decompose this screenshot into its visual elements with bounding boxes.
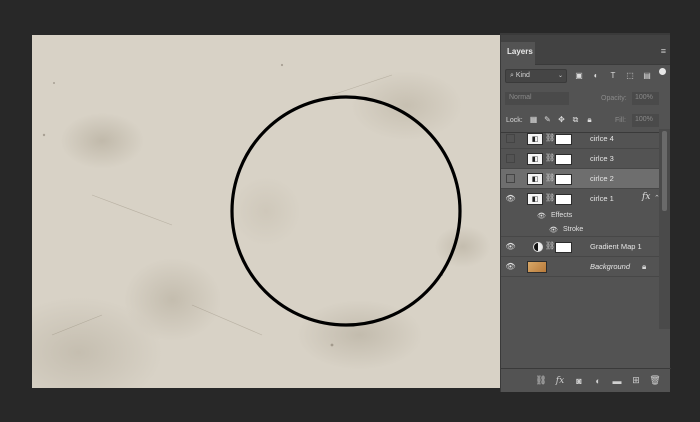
visibility-toggle[interactable] — [506, 154, 515, 163]
scrollbar-thumb[interactable] — [662, 131, 667, 211]
effects-row[interactable]: 👁︎ Effects — [501, 209, 659, 223]
stroke-effect-label: Stroke — [563, 226, 584, 233]
fx-icon[interactable]: fx — [642, 192, 650, 202]
layer-row[interactable]: 👁︎ ⛓ Gradient Map 1 — [501, 237, 659, 257]
layer-row[interactable]: 👁︎ Background 🔒︎ — [501, 257, 659, 277]
speck — [53, 82, 55, 84]
layer-name[interactable]: Gradient Map 1 — [590, 242, 642, 251]
layer-name[interactable]: cirlce 2 — [590, 174, 614, 183]
add-mask-icon[interactable]: ◙ — [573, 376, 585, 386]
document-canvas[interactable] — [32, 35, 500, 388]
fill-field[interactable]: 100% — [632, 114, 659, 127]
blend-mode-dropdown[interactable]: Normal — [505, 92, 569, 105]
layers-list: ◧ ⛓ cirlce 4 ◧ ⛓ cirlce 3 ◧ ⛓ cirlce 2 👁… — [501, 129, 660, 277]
eye-icon[interactable]: 👁︎ — [505, 194, 515, 203]
link-chain-icon[interactable]: ⛓ — [545, 133, 555, 142]
smart-object-filter-icon[interactable]: ▤ — [641, 69, 653, 81]
trash-icon[interactable]: 🗑︎ — [649, 375, 661, 386]
kind-label: Kind — [515, 72, 530, 79]
new-layer-icon[interactable]: ⊞ — [630, 375, 642, 386]
speck — [42, 133, 46, 137]
shape-filter-icon[interactable]: ⬚ — [624, 69, 636, 81]
layer-thumbnail: ◧ — [527, 173, 543, 185]
scratch-mark — [331, 74, 393, 96]
layer-name[interactable]: cirlce 1 — [590, 194, 614, 203]
link-chain-icon[interactable]: ⛓ — [545, 153, 555, 162]
eye-icon[interactable]: 👁︎ — [505, 262, 515, 271]
mask-thumbnail[interactable] — [555, 242, 572, 253]
filter-type-icons: ▣ ◐ T ⬚ ▤ — [573, 69, 653, 81]
layer-thumbnail: ◧ — [527, 193, 543, 205]
new-adjustment-icon[interactable]: ◐ — [592, 376, 604, 386]
adjustment-layer-icon — [533, 242, 543, 252]
layer-row-selected[interactable]: ◧ ⛓ cirlce 2 — [501, 169, 659, 189]
link-chain-icon[interactable]: ⛓ — [545, 173, 555, 182]
panel-tab-bar: Layers ≡ — [501, 35, 670, 65]
lock-icons: ▦ ✎ ✥ ⧉ 🔒︎ — [529, 115, 594, 125]
canvas-artwork — [42, 63, 462, 347]
speck — [330, 343, 334, 347]
panel-footer: ⛓ fx ◙ ◐ ▬ ⊞ 🗑︎ — [501, 368, 671, 392]
lock-all-icon[interactable]: 🔒︎ — [585, 115, 594, 125]
opacity-field[interactable]: 100% — [632, 92, 659, 105]
kind-filter-dropdown[interactable]: ⌕ Kind ⌄ — [505, 69, 567, 83]
layer-thumbnail: ◧ — [527, 133, 543, 145]
eye-icon[interactable]: 👁︎ — [537, 212, 546, 220]
lock-icon: 🔒︎ — [642, 262, 647, 271]
effects-label: Effects — [551, 212, 573, 219]
mask-thumbnail[interactable] — [555, 174, 572, 185]
search-icon: ⌕ — [510, 72, 514, 79]
lock-transparent-icon[interactable]: ▦ — [529, 115, 538, 125]
filter-toggle[interactable] — [659, 68, 666, 75]
stroke-effect-row[interactable]: 👁︎ Stroke — [501, 223, 659, 237]
hamburger-menu-icon[interactable]: ≡ — [661, 46, 666, 56]
scratch-mark — [191, 304, 263, 336]
tab-layers[interactable]: Layers — [501, 42, 535, 65]
layer-row[interactable]: ◧ ⛓ cirlce 3 — [501, 149, 659, 169]
mask-thumbnail[interactable] — [555, 194, 572, 205]
pixel-filter-icon[interactable]: ▣ — [573, 69, 585, 81]
background-thumbnail — [527, 261, 547, 273]
visibility-toggle[interactable] — [506, 174, 515, 183]
layers-scrollbar[interactable] — [659, 129, 670, 329]
layer-row[interactable]: ◧ ⛓ cirlce 4 — [501, 129, 659, 149]
layers-panel: Layers ≡ ⌕ Kind ⌄ ▣ ◐ T ⬚ ▤ Normal Opaci… — [500, 35, 671, 392]
layer-name[interactable]: Background — [590, 262, 630, 271]
layer-thumbnail: ◧ — [527, 153, 543, 165]
type-filter-icon[interactable]: T — [607, 69, 619, 81]
link-layers-icon[interactable]: ⛓ — [535, 375, 547, 386]
mask-thumbnail[interactable] — [555, 154, 572, 165]
artboard-icon[interactable]: ⧉ — [571, 115, 580, 125]
layer-name[interactable]: cirlce 4 — [590, 134, 614, 143]
mask-thumbnail[interactable] — [555, 134, 572, 145]
link-chain-icon[interactable]: ⛓ — [545, 241, 555, 250]
new-group-folder-icon[interactable]: ▬ — [611, 376, 623, 386]
eye-icon[interactable]: 👁︎ — [505, 242, 515, 251]
scratch-mark — [51, 314, 103, 336]
circle-shape[interactable] — [230, 95, 462, 327]
fill-label: Fill: — [615, 117, 626, 124]
scratch-mark — [91, 194, 173, 226]
adjustment-filter-icon[interactable]: ◐ — [590, 69, 602, 81]
speck — [280, 63, 284, 67]
opacity-label: Opacity: — [601, 95, 627, 102]
layer-row[interactable]: 👁︎ ◧ ⛓ cirlce 1 fx ⌃ — [501, 189, 660, 209]
filter-row: ⌕ Kind ⌄ ▣ ◐ T ⬚ ▤ — [501, 65, 670, 89]
blend-row: Normal Opacity: 100% — [501, 89, 670, 111]
layer-name[interactable]: cirlce 3 — [590, 154, 614, 163]
visibility-toggle[interactable] — [506, 134, 515, 143]
lock-label: Lock: — [506, 117, 523, 124]
link-chain-icon[interactable]: ⛓ — [545, 193, 555, 202]
add-style-fx-icon[interactable]: fx — [554, 376, 566, 386]
lock-position-icon[interactable]: ✥ — [557, 115, 566, 125]
lock-image-icon[interactable]: ✎ — [543, 115, 552, 125]
eye-icon[interactable]: 👁︎ — [549, 226, 558, 234]
chevron-down-icon: ⌄ — [557, 73, 563, 79]
